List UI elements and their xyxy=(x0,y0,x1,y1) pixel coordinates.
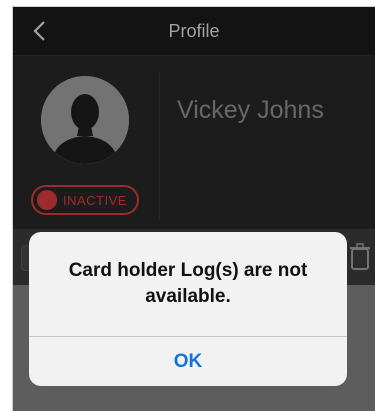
alert-message: Card holder Log(s) are not available. xyxy=(68,260,308,307)
ok-button[interactable]: OK xyxy=(29,337,347,386)
alert-dialog: Card holder Log(s) are not available. OK xyxy=(29,232,347,386)
